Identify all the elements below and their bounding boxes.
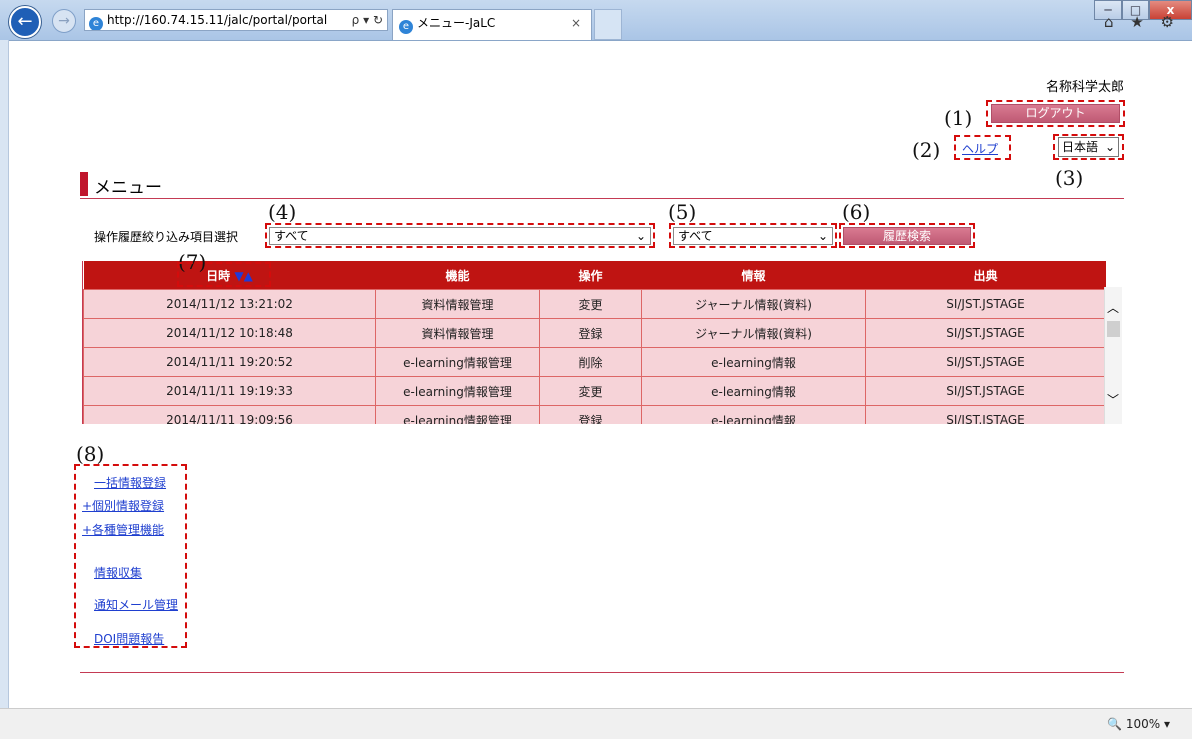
user-name: 名称科学太郎	[1046, 80, 1125, 95]
cell-info: e-learning情報	[641, 376, 866, 406]
filter-select-2-value: すべて	[678, 229, 713, 243]
cell-source: SI/JST.JSTAGE	[865, 347, 1106, 377]
sidebar-item-management-functions[interactable]: +各種管理機能	[82, 521, 164, 538]
column-info: 情報	[641, 261, 866, 290]
zoom-level: 100%	[1125, 717, 1161, 731]
new-tab-button[interactable]	[594, 9, 622, 40]
column-function: 機能	[375, 261, 540, 290]
ie-icon: e	[89, 17, 103, 30]
annotation-6: (6)	[842, 200, 871, 224]
sidebar-item-individual-registration[interactable]: +個別情報登録	[82, 497, 164, 514]
annotation-5: (5)	[668, 200, 697, 224]
cell-operation: 変更	[539, 376, 642, 406]
cell-datetime: 2014/11/12 10:18:48	[83, 318, 376, 348]
cell-source: SI/JST.JSTAGE	[865, 318, 1106, 348]
page-title: メニュー	[94, 178, 162, 198]
sidebar-item-notification-mail[interactable]: 通知メール管理	[94, 596, 178, 613]
cell-datetime: 2014/11/11 19:20:52	[83, 347, 376, 377]
cell-source: SI/JST.JSTAGE	[865, 376, 1106, 406]
table-scrollbar[interactable]: ︿ ﹀	[1104, 287, 1122, 424]
cell-source: SI/JST.JSTAGE	[865, 289, 1106, 319]
home-favorites-settings-icons[interactable]: ⌂ ★ ⚙	[1104, 13, 1180, 31]
cell-function: e-learning情報管理	[375, 405, 540, 424]
search-refresh-icons[interactable]: ρ ▾ ↻	[352, 10, 383, 30]
annotation-2: (2)	[912, 138, 941, 162]
annotation-8: (8)	[76, 442, 105, 466]
sidebar-item-info-collection[interactable]: 情報収集	[94, 564, 142, 581]
table-row: 2014/11/11 19:20:52 e-learning情報管理 削除 e-…	[83, 347, 1106, 377]
cell-datetime: 2014/11/12 13:21:02	[83, 289, 376, 319]
filter-select-2[interactable]: すべて ⌄	[673, 227, 833, 245]
cell-info: e-learning情報	[641, 347, 866, 377]
address-text: http://160.74.15.11/jalc/portal/portal	[107, 13, 328, 27]
chevron-down-icon: ⌄	[635, 229, 646, 243]
logout-button[interactable]: ログアウト	[991, 104, 1120, 123]
filter-select-1-value: すべて	[274, 229, 309, 243]
scroll-up-icon[interactable]: ︿	[1107, 299, 1119, 316]
table-row: 2014/11/11 19:19:33 e-learning情報管理 変更 e-…	[83, 376, 1106, 406]
table-row: 2014/11/11 19:09:56 e-learning情報管理 登録 e-…	[83, 405, 1106, 424]
history-search-button[interactable]: 履歴検索	[843, 227, 971, 245]
annotation-4: (4)	[268, 200, 297, 224]
help-link[interactable]: ヘルプ	[962, 140, 998, 157]
cell-function: e-learning情報管理	[375, 376, 540, 406]
tab-title: メニュー-JaLC	[417, 16, 496, 30]
tab-close-icon[interactable]: ×	[571, 10, 581, 36]
browser-tab[interactable]: e メニュー-JaLC ×	[392, 9, 592, 40]
cell-info: ジャーナル情報(資料)	[641, 289, 866, 319]
zoom-control[interactable]: 🔍 100% ▾	[1107, 717, 1170, 731]
cell-info: ジャーナル情報(資料)	[641, 318, 866, 348]
scroll-down-icon[interactable]: ﹀	[1107, 391, 1119, 408]
annotation-3: (3)	[1055, 166, 1084, 190]
cell-datetime: 2014/11/11 19:09:56	[83, 405, 376, 424]
chevron-down-icon: ⌄	[1104, 140, 1115, 154]
tab-ie-icon: e	[399, 20, 413, 34]
cell-source: SI/JST.JSTAGE	[865, 405, 1106, 424]
cell-datetime: 2014/11/11 19:19:33	[83, 376, 376, 406]
filter-select-1[interactable]: すべて ⌄	[269, 227, 651, 245]
cell-function: e-learning情報管理	[375, 347, 540, 377]
cell-function: 資料情報管理	[375, 289, 540, 319]
table-row: 2014/11/12 10:18:48 資料情報管理 登録 ジャーナル情報(資料…	[83, 318, 1106, 348]
title-divider	[80, 198, 1124, 199]
browser-statusbar: 🔍 100% ▾	[0, 708, 1192, 739]
sidebar-item-bulk-registration[interactable]: 一括情報登録	[94, 474, 166, 491]
window-left-edge	[0, 40, 9, 708]
scroll-thumb[interactable]	[1107, 321, 1120, 337]
cell-operation: 登録	[539, 405, 642, 424]
language-select[interactable]: 日本語 ⌄	[1058, 137, 1119, 157]
cell-info: e-learning情報	[641, 405, 866, 424]
cell-function: 資料情報管理	[375, 318, 540, 348]
cell-operation: 削除	[539, 347, 642, 377]
forward-button[interactable]: →	[52, 9, 76, 33]
annotation-1: (1)	[944, 106, 973, 130]
bottom-divider	[80, 672, 1124, 673]
cell-operation: 登録	[539, 318, 642, 348]
annotation-box-7	[177, 262, 271, 287]
cell-operation: 変更	[539, 289, 642, 319]
language-value: 日本語	[1062, 140, 1099, 154]
annotation-box-8	[74, 464, 187, 648]
column-operation: 操作	[539, 261, 642, 290]
back-button[interactable]: ←	[9, 6, 41, 38]
sidebar-item-doi-problem-report[interactable]: DOI問題報告	[94, 630, 164, 647]
address-bar[interactable]: e http://160.74.15.11/jalc/portal/portal …	[84, 9, 388, 31]
table-row: 2014/11/12 13:21:02 資料情報管理 変更 ジャーナル情報(資料…	[83, 289, 1106, 319]
filter-label: 操作履歴絞り込み項目選択	[94, 230, 239, 244]
chevron-down-icon: ⌄	[817, 229, 828, 243]
title-accent-bar	[80, 172, 88, 196]
column-source: 出典	[865, 261, 1106, 290]
browser-titlebar: ← → e http://160.74.15.11/jalc/portal/por…	[0, 0, 1192, 41]
